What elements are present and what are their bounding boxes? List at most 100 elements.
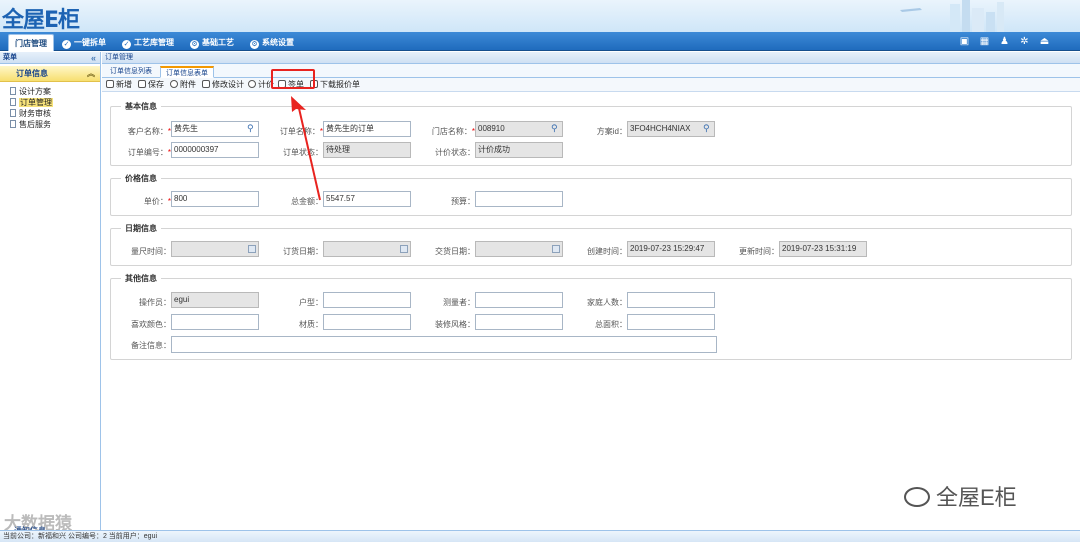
- field-value: 黄先生的订单: [326, 124, 374, 133]
- nav-tab-label: 门店管理: [15, 39, 47, 48]
- created-time-label: 创建时间：: [587, 247, 627, 256]
- attachment-button[interactable]: 附件: [170, 79, 196, 91]
- material-label: 材质：: [299, 320, 323, 329]
- total-area-field[interactable]: [627, 314, 715, 330]
- price-status-field[interactable]: 计价成功: [475, 142, 563, 158]
- search-icon[interactable]: ⚲: [247, 124, 256, 133]
- updated-time-label: 更新时间：: [739, 247, 779, 256]
- measurer-field[interactable]: [475, 292, 563, 308]
- operator-label: 操作员：: [139, 298, 171, 307]
- collapse-up-icon[interactable]: ︽: [87, 66, 95, 82]
- order-number-field[interactable]: 0000000397: [171, 142, 259, 158]
- order-status-field[interactable]: 待处理: [323, 142, 411, 158]
- customer-name-field[interactable]: 黄先生 ⚲: [171, 121, 259, 137]
- exit-icon[interactable]: ⏏: [1039, 36, 1050, 47]
- download-quote-button-label: 下载报价单: [320, 80, 360, 89]
- add-icon: [106, 80, 114, 88]
- app-header: 全屋E柜: [0, 0, 1080, 32]
- add-button[interactable]: 新增: [106, 79, 132, 91]
- nav-tab-split[interactable]: ✓ 一键拆单: [56, 34, 112, 51]
- calendar-icon[interactable]: [400, 245, 408, 253]
- nav-tab-label: 系统设置: [262, 38, 294, 47]
- fieldset-legend: 其他信息: [121, 273, 161, 284]
- operator-field[interactable]: egui: [171, 292, 259, 308]
- save-button-label: 保存: [148, 80, 164, 89]
- save-button[interactable]: 保存: [138, 79, 164, 91]
- budget-field[interactable]: [475, 191, 563, 207]
- nav-tab-label: 一键拆单: [74, 38, 106, 47]
- order-date-label: 订货日期：: [283, 247, 323, 256]
- decor-style-field[interactable]: [475, 314, 563, 330]
- search-icon[interactable]: ⚲: [703, 124, 712, 133]
- nav-tab-settings[interactable]: ⚙ 系统设置: [244, 34, 300, 51]
- delivery-date-field[interactable]: [475, 241, 563, 257]
- family-size-field[interactable]: [627, 292, 715, 308]
- download-quote-button[interactable]: 下载报价单: [310, 79, 360, 91]
- header-skyline-decoration: [900, 0, 1004, 32]
- calendar-icon[interactable]: ▦: [979, 36, 990, 47]
- remark-textarea[interactable]: [171, 336, 717, 353]
- delivery-date-label: 交货日期：: [435, 247, 475, 256]
- sidebar: 菜单 « 订单信息 ︽ 设计方案 订单管理 财务审核 售后服务: [0, 52, 101, 530]
- nav-tab-basic-craft[interactable]: ⚙ 基础工艺: [184, 34, 240, 51]
- price-status-label: 计价状态：: [435, 148, 475, 157]
- house-type-field[interactable]: [323, 292, 411, 308]
- nav-tab-craft-library[interactable]: ✓ 工艺库管理: [116, 34, 180, 51]
- watermark-right-text: 全屋E柜: [936, 485, 1017, 510]
- add-button-label: 新增: [116, 80, 132, 89]
- order-date-field[interactable]: [323, 241, 411, 257]
- checkmark-icon: ✓: [122, 40, 131, 49]
- material-field[interactable]: [323, 314, 411, 330]
- order-name-label: 订单名称：*: [279, 127, 323, 136]
- measure-time-field[interactable]: [171, 241, 259, 257]
- search-icon[interactable]: ⚲: [551, 124, 560, 133]
- fieldset-price-info: 价格信息 单价：* 800 总金额： 5547.57 预算：: [110, 173, 1072, 216]
- calendar-icon[interactable]: [552, 245, 560, 253]
- tab-order-form[interactable]: 订单信息表单: [160, 66, 214, 78]
- favorite-color-field[interactable]: [171, 314, 259, 330]
- sidebar-section-label: 订单信息: [16, 69, 48, 78]
- store-name-field[interactable]: 008910 ⚲: [475, 121, 563, 137]
- calculator-icon: [248, 80, 256, 88]
- nav-tab-store[interactable]: 门店管理: [8, 34, 54, 51]
- sidebar-item-after-sales[interactable]: 售后服务: [0, 119, 100, 130]
- gear-icon: ⚙: [190, 40, 199, 49]
- sidebar-section-order-info[interactable]: 订单信息 ︽: [0, 66, 100, 82]
- sidebar-header: 菜单 «: [0, 52, 100, 64]
- main-nav: 门店管理 ✓ 一键拆单 ✓ 工艺库管理 ⚙ 基础工艺 ⚙ 系统设置 ▣ ▦ ♟ ✲ ⏏: [0, 32, 1080, 51]
- display-icon[interactable]: ▣: [959, 36, 970, 47]
- edit-design-button[interactable]: 修改设计: [202, 79, 244, 91]
- fieldset-other-info: 其他信息 操作员： egui 户型： 测量者： 家庭人数： 喜欢颜色： 材质： …: [110, 273, 1072, 360]
- edit-design-button-label: 修改设计: [212, 80, 244, 89]
- field-value: 008910: [478, 124, 505, 133]
- calendar-icon[interactable]: [248, 245, 256, 253]
- nav-tab-label: 基础工艺: [202, 38, 234, 47]
- nav-tab-label: 工艺库管理: [134, 38, 174, 47]
- sidebar-item-finance-review[interactable]: 财务审核: [0, 108, 100, 119]
- tab-order-list[interactable]: 订单信息列表: [105, 66, 157, 78]
- order-name-field[interactable]: 黄先生的订单: [323, 121, 411, 137]
- app-logo: 全屋E柜: [2, 8, 80, 32]
- settings-icon[interactable]: ✲: [1019, 36, 1030, 47]
- plan-id-label: 方案id：: [596, 127, 627, 136]
- label-text: 订单编号：: [127, 148, 168, 157]
- sidebar-item-label: 设计方案: [19, 87, 51, 96]
- user-icon[interactable]: ♟: [999, 36, 1010, 47]
- sidebar-item-order-management[interactable]: 订单管理: [0, 97, 100, 108]
- created-time-field[interactable]: 2019-07-23 15:29:47: [627, 241, 715, 257]
- fieldset-date-info: 日期信息 量尺时间： 订货日期： 交货日期： 创建时间： 2019-07-23 …: [110, 223, 1072, 266]
- total-amount-field[interactable]: 5547.57: [323, 191, 411, 207]
- house-type-label: 户型：: [299, 298, 323, 307]
- measurer-label: 测量者：: [443, 298, 475, 307]
- document-icon: [10, 120, 16, 128]
- label-text: 客户名称：: [127, 127, 168, 136]
- gear-icon: ⚙: [250, 40, 259, 49]
- collapse-left-icon[interactable]: «: [91, 52, 96, 64]
- updated-time-field[interactable]: 2019-07-23 15:31:19: [779, 241, 867, 257]
- nav-utility-icons: ▣ ▦ ♟ ✲ ⏏: [959, 36, 1050, 47]
- plan-id-field[interactable]: 3FO4HCH4NIAX ⚲: [627, 121, 715, 137]
- unit-price-field[interactable]: 800: [171, 191, 259, 207]
- fieldset-legend: 日期信息: [121, 223, 161, 234]
- sidebar-item-design-plan[interactable]: 设计方案: [0, 86, 100, 97]
- customer-name-label: 客户名称：*: [127, 127, 171, 136]
